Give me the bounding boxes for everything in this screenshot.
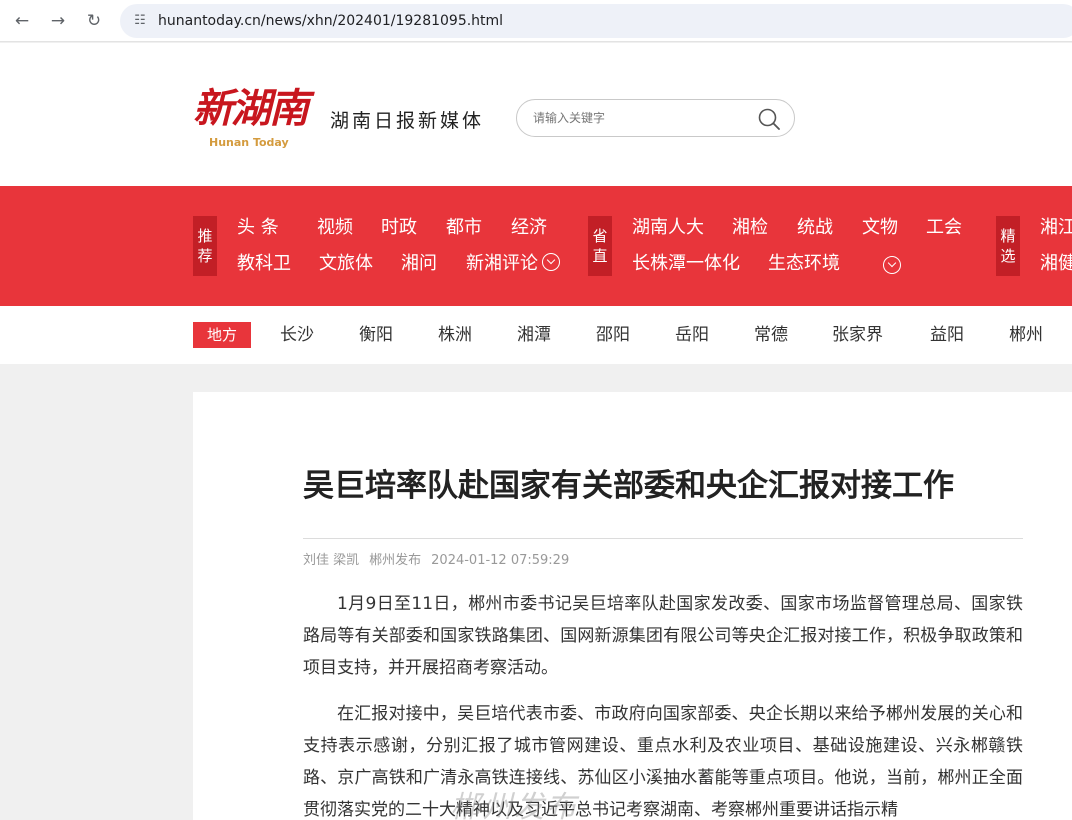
search-icon[interactable] <box>757 107 781 131</box>
city-link-zhuzhou[interactable]: 株洲 <box>438 323 472 347</box>
city-link-yueyang[interactable]: 岳阳 <box>675 323 709 347</box>
article-title: 吴巨培率队赴国家有关部委和央企汇报对接工作 <box>303 468 954 504</box>
site-info-icon[interactable]: ☷ <box>128 9 152 33</box>
article-paragraph: 在汇报对接中，吴巨培代表市委、市政府向国家部委、央企长期以来给予郴州发展的关心和… <box>303 704 1023 820</box>
nav-item-xiangwen[interactable]: 湘问 <box>401 252 437 276</box>
city-link-changsha[interactable]: 长沙 <box>280 323 314 347</box>
reload-icon[interactable]: ↻ <box>82 9 106 33</box>
city-link-yiyang[interactable]: 益阳 <box>930 323 964 347</box>
site-tagline: 湖南日报新媒体 <box>330 110 485 132</box>
site-logo[interactable]: 新湖南 Hunan Today <box>193 85 309 155</box>
city-link-xiangtan[interactable]: 湘潭 <box>517 323 551 347</box>
nav-item-commentary-label: 新湘评论 <box>466 253 538 274</box>
search-box <box>516 99 795 137</box>
tag-char: 精 <box>1000 227 1016 245</box>
province-tag: 省 直 <box>588 216 612 276</box>
nav-item-economy[interactable]: 经济 <box>511 216 547 240</box>
nav-item-united-front[interactable]: 统战 <box>797 216 833 240</box>
article-datetime: 2024-01-12 07:59:29 <box>431 553 570 568</box>
logo-english: Hunan Today <box>209 136 289 149</box>
city-link-zhangjiajie[interactable]: 张家界 <box>832 323 883 347</box>
local-navigation: 地方 长沙 衡阳 株洲 湘潭 邵阳 岳阳 常德 张家界 益阳 郴州 <box>0 306 1072 364</box>
tag-char: 推 <box>197 227 213 245</box>
nav-item-xiangjiang[interactable]: 湘江 <box>1040 216 1072 240</box>
expand-circle-icon[interactable] <box>883 256 901 274</box>
article-authors: 刘佳 梁凯 <box>303 553 360 568</box>
tag-char: 荐 <box>197 247 213 265</box>
back-arrow-icon[interactable]: ← <box>10 9 34 33</box>
nav-item-city[interactable]: 都市 <box>446 216 482 240</box>
url-text[interactable]: hunantoday.cn/news/xhn/202401/19281095.h… <box>158 4 503 38</box>
nav-item-education[interactable]: 教科卫 <box>237 252 291 276</box>
browser-toolbar: ← → ↻ ☷ hunantoday.cn/news/xhn/202401/19… <box>0 0 1072 42</box>
tag-char: 省 <box>592 227 608 245</box>
city-link-shaoyang[interactable]: 邵阳 <box>596 323 630 347</box>
tag-char: 选 <box>1000 247 1016 265</box>
nav-item-politics[interactable]: 时政 <box>381 216 417 240</box>
nav-item-cztz-integration[interactable]: 长株潭一体化 <box>632 252 740 276</box>
nav-item-cultural-relics[interactable]: 文物 <box>862 216 898 240</box>
city-link-chenzhou[interactable]: 郴州 <box>1009 323 1043 347</box>
nav-item-xiangjian[interactable]: 湘健 <box>1040 252 1072 276</box>
site-header: 新湖南 Hunan Today 湖南日报新媒体 <box>0 43 1072 186</box>
recommend-tag: 推 荐 <box>193 216 217 276</box>
local-tag: 地方 <box>193 322 251 348</box>
forward-arrow-icon[interactable]: → <box>46 9 70 33</box>
expand-circle-icon[interactable] <box>542 253 560 271</box>
nav-item-culture-tourism[interactable]: 文旅体 <box>319 252 373 276</box>
nav-item-video[interactable]: 视频 <box>317 216 353 240</box>
nav-item-peoples-congress[interactable]: 湖南人大 <box>632 216 704 240</box>
city-link-changde[interactable]: 常德 <box>754 323 788 347</box>
nav-item-ecology[interactable]: 生态环境 <box>768 252 840 276</box>
main-navigation: 推 荐 头 条 视频 时政 都市 经济 教科卫 文旅体 湘问 新湘评论 省 直 … <box>0 186 1072 306</box>
article-meta: 刘佳 梁凯 郴州发布 2024-01-12 07:59:29 <box>303 552 579 570</box>
article-paragraph: 1月9日至11日，郴州市委书记吴巨培率队赴国家发改委、国家市场监督管理总局、国家… <box>303 594 1023 678</box>
article-container: 吴巨培率队赴国家有关部委和央企汇报对接工作 刘佳 梁凯 郴州发布 2024-01-1… <box>193 392 1072 820</box>
nav-item-trade-union[interactable]: 工会 <box>926 216 962 240</box>
select-tag: 精 选 <box>996 216 1020 276</box>
tag-char: 直 <box>592 247 608 265</box>
title-divider <box>303 538 1023 539</box>
nav-item-procuratorate[interactable]: 湘检 <box>732 216 768 240</box>
article-source[interactable]: 郴州发布 <box>369 553 421 568</box>
search-input[interactable] <box>533 108 743 128</box>
city-link-hengyang[interactable]: 衡阳 <box>359 323 393 347</box>
logo-chinese: 新湖南 <box>193 85 309 132</box>
nav-item-headlines[interactable]: 头 条 <box>237 216 279 240</box>
nav-item-commentary[interactable]: 新湘评论 <box>466 252 560 276</box>
address-bar[interactable]: ☷ hunantoday.cn/news/xhn/202401/19281095… <box>120 4 1072 38</box>
